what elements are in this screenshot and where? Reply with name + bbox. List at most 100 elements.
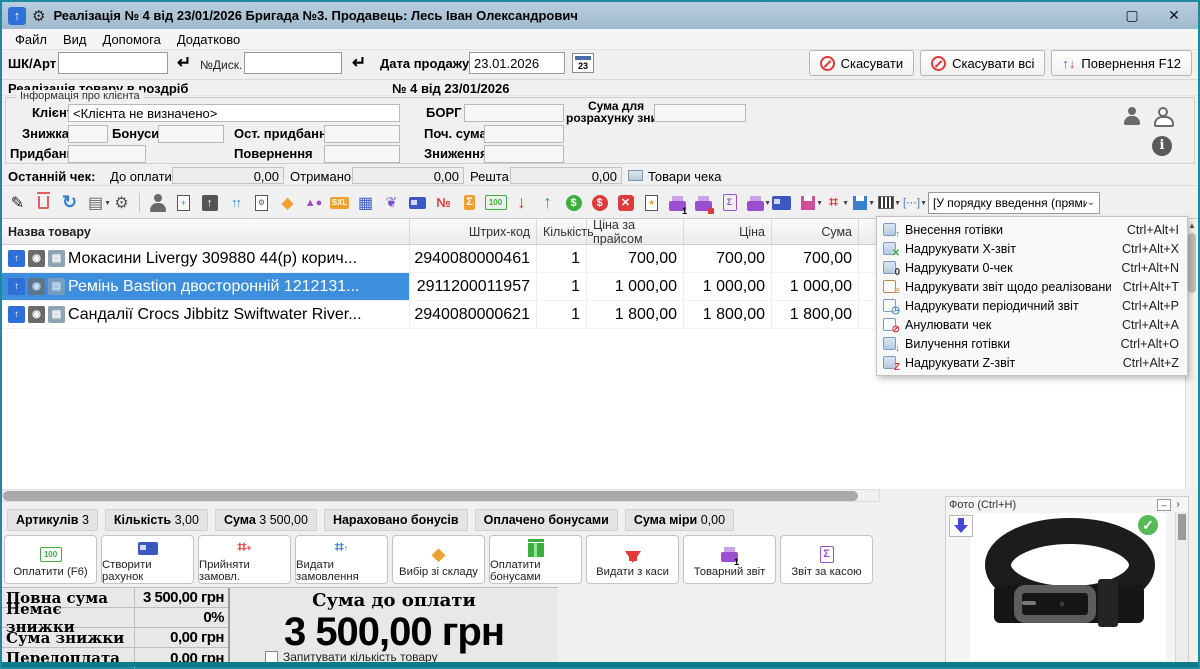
settings-gear-icon[interactable]: ⚙ bbox=[32, 7, 45, 25]
table-horizontal-scrollbar[interactable] bbox=[2, 489, 880, 502]
photo-download-icon[interactable] bbox=[949, 515, 973, 537]
print-calendar-icon[interactable] bbox=[692, 191, 715, 215]
row-up-icon[interactable]: ↑ bbox=[8, 278, 25, 295]
menu-item-cash-in[interactable]: ↑ Внесення готівки Ctrl+Alt+I bbox=[877, 220, 1187, 239]
sort-order-select[interactable]: [У порядку введення (прямий)] ⌄ bbox=[928, 192, 1100, 214]
number-icon[interactable]: № bbox=[432, 191, 455, 215]
money-in-icon[interactable]: $ bbox=[562, 191, 585, 215]
sale-date-label: Дата продажу bbox=[380, 56, 469, 71]
delete-icon[interactable] bbox=[32, 191, 55, 215]
sale-date-input[interactable]: 23.01.2026 bbox=[469, 52, 565, 74]
chevron-down-icon: ⌄ bbox=[1087, 197, 1095, 208]
window-bottom-border bbox=[2, 662, 1198, 667]
stock-pick-button[interactable]: ◆ Вибір зі складу bbox=[392, 535, 485, 584]
menu-item-zero-check[interactable]: 0 Надрукувати 0-чек Ctrl+Alt+N bbox=[877, 258, 1187, 277]
cancel-button[interactable]: Скасувати bbox=[809, 50, 915, 76]
user-icon[interactable] bbox=[146, 191, 169, 215]
pay-button[interactable]: 100 Оплатити (F6) bbox=[4, 535, 97, 584]
col-name[interactable]: Назва товару bbox=[2, 219, 410, 244]
cancel-box-icon[interactable]: ✕ bbox=[614, 191, 637, 215]
stock-layers-icon[interactable]: ◆ bbox=[276, 191, 299, 215]
create-invoice-button[interactable]: Створити рахунок bbox=[101, 535, 194, 584]
table-view-icon[interactable]: ▦ bbox=[354, 191, 377, 215]
save-menu-icon[interactable]: ▼ bbox=[796, 191, 819, 215]
menu-item-goods-report[interactable]: ≡ Надрукувати звіт щодо реалізованих тов… bbox=[877, 277, 1187, 296]
maximize-button[interactable]: ▢ bbox=[1122, 7, 1142, 24]
row-up-icon[interactable]: ↑ bbox=[8, 306, 25, 323]
doc-star-icon[interactable]: ★ bbox=[640, 191, 663, 215]
row-print-icon[interactable]: ▤ bbox=[48, 278, 65, 295]
menu-item-z-report[interactable]: Z Надрукувати Z-звіт Ctrl+Alt+Z bbox=[877, 353, 1187, 372]
sku-input[interactable] bbox=[58, 52, 168, 74]
row-camera-icon[interactable]: ◉ bbox=[28, 278, 45, 295]
photo-ok-icon[interactable]: ✓ bbox=[1136, 513, 1160, 537]
row-camera-icon[interactable]: ◉ bbox=[28, 250, 45, 267]
disk-menu-icon[interactable]: ▼ bbox=[848, 191, 871, 215]
shapes-icon[interactable]: ▲● bbox=[302, 191, 325, 215]
menu-item-x-report[interactable]: ✕ Надрукувати X-звіт Ctrl+Alt+X bbox=[877, 239, 1187, 258]
cash-withdraw-button[interactable]: Видати з каси bbox=[586, 535, 679, 584]
menu-item-periodic-report[interactable]: ◷ Надрукувати періодичний звіт Ctrl+Alt+… bbox=[877, 296, 1187, 315]
menu-view[interactable]: Вид bbox=[56, 30, 94, 49]
cart-menu-icon[interactable]: ⌗▼ bbox=[822, 191, 845, 215]
close-button[interactable]: ✕ bbox=[1164, 7, 1184, 24]
menu-item-cash-out[interactable]: ↓ Вилучення готівки Ctrl+Alt+O bbox=[877, 334, 1187, 353]
menu-help[interactable]: Допомога bbox=[96, 30, 168, 49]
status-measure-sum: Сума міри 0,00 bbox=[625, 509, 734, 531]
accept-order-button[interactable]: ⌗+ Прийняти замовл. bbox=[198, 535, 291, 584]
photo-expand-icon[interactable]: › bbox=[1171, 499, 1185, 510]
return-button[interactable]: ↑↓ Повернення F12 bbox=[1051, 50, 1192, 76]
wrench-icon[interactable]: ⚙ bbox=[110, 191, 133, 215]
cash-report-button[interactable]: Σ Звіт за касою bbox=[780, 535, 873, 584]
calendar-icon[interactable]: 23 bbox=[572, 53, 594, 73]
banknote-100-icon[interactable]: 100 bbox=[484, 191, 507, 215]
menu-file[interactable]: Файл bbox=[8, 30, 54, 49]
more-menu-icon[interactable]: [⋯]▼ bbox=[900, 191, 923, 215]
print-receipt-icon[interactable]: 1 bbox=[666, 191, 689, 215]
to-pay-label: До оплати bbox=[110, 169, 172, 184]
edit-icon[interactable]: ✎ bbox=[6, 191, 29, 215]
issue-order-button[interactable]: ⌗↑ Видати замовлення bbox=[295, 535, 388, 584]
disc-input[interactable] bbox=[244, 52, 342, 74]
upload-icon[interactable]: ↑ bbox=[198, 191, 221, 215]
arrow-down-red-icon[interactable]: ↓ bbox=[510, 191, 533, 215]
id-card-icon[interactable] bbox=[770, 191, 793, 215]
col-price[interactable]: Ціна bbox=[684, 219, 772, 244]
client-select-icon[interactable] bbox=[1122, 106, 1142, 126]
col-sum[interactable]: Сума bbox=[772, 219, 859, 244]
pay-bonuses-button[interactable]: Оплатити бонусами bbox=[489, 535, 582, 584]
col-barcode[interactable]: Штрих-код bbox=[410, 219, 537, 244]
report-clipboard-icon[interactable]: Σ bbox=[718, 191, 741, 215]
row-camera-icon[interactable]: ◉ bbox=[28, 306, 45, 323]
size-sxl-icon[interactable]: SXL bbox=[328, 191, 351, 215]
arrow-up-green-icon[interactable]: ↑ bbox=[536, 191, 559, 215]
row-print-icon[interactable]: ▤ bbox=[48, 250, 65, 267]
barcode-menu-icon[interactable]: ▼ bbox=[874, 191, 897, 215]
menu-extra[interactable]: Додатково bbox=[170, 30, 247, 49]
sum-sigma-icon[interactable]: Σ bbox=[458, 191, 481, 215]
to-pay-field: 0,00 bbox=[172, 167, 284, 184]
handshake-icon[interactable]: ❦ bbox=[380, 191, 403, 215]
client-clear-icon[interactable] bbox=[1152, 106, 1172, 126]
printer-menu-icon[interactable]: ▼ bbox=[744, 191, 767, 215]
col-price-list[interactable]: Ціна за прайсом bbox=[587, 219, 684, 244]
paste-menu-icon[interactable]: ▤▼ bbox=[84, 191, 107, 215]
payment-card-icon[interactable] bbox=[406, 191, 429, 215]
col-qty[interactable]: Кількість bbox=[537, 219, 587, 244]
summary-table: Повна сума3 500,00 грн Немає знижки0% Су… bbox=[2, 588, 230, 667]
doc-add-icon[interactable]: + bbox=[172, 191, 195, 215]
status-bar: Артикулів 3 Кількість 3,00 Сума 3 500,00… bbox=[2, 508, 734, 532]
row-up-icon[interactable]: ↑ bbox=[8, 250, 25, 267]
row-print-icon[interactable]: ▤ bbox=[48, 306, 65, 323]
photo-scrollbar[interactable] bbox=[1175, 512, 1188, 665]
goods-report-button[interactable]: 1 Товарний звіт bbox=[683, 535, 776, 584]
photo-minimize-button[interactable]: – bbox=[1157, 499, 1171, 511]
client-add-info-icon[interactable]: i bbox=[1152, 136, 1172, 156]
money-out-icon[interactable]: $ bbox=[588, 191, 611, 215]
client-field[interactable]: <Клієнта не визначено> bbox=[68, 104, 400, 122]
cancel-all-button[interactable]: Скасувати всі bbox=[920, 50, 1045, 76]
doc-settings-icon[interactable]: ⚙ bbox=[250, 191, 273, 215]
menu-item-annul-check[interactable]: ⊘ Анулювати чек Ctrl+Alt+A bbox=[877, 315, 1187, 334]
refresh-icon[interactable]: ↻ bbox=[58, 191, 81, 215]
sort-arrows-icon[interactable]: ↑↑ bbox=[224, 191, 247, 215]
